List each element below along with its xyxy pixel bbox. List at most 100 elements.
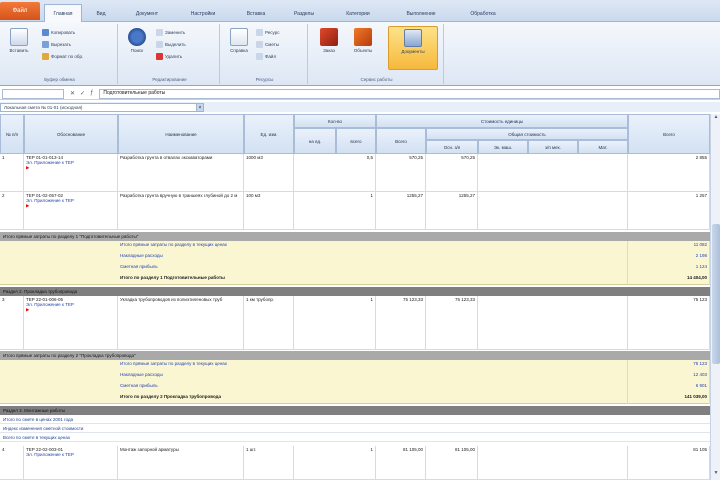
ribbon: Вставить Копировать Вырезать Формат по о… bbox=[0, 22, 720, 86]
close-icon[interactable]: × bbox=[196, 103, 204, 112]
col-header-qty: Кол-во bbox=[294, 114, 376, 128]
cell-price: 1255,27 bbox=[376, 192, 426, 230]
summary-label[interactable]: Итого прямые затраты по разделу в текущи… bbox=[118, 360, 628, 371]
cell-sum: 2 855 bbox=[628, 154, 710, 192]
summary-label[interactable]: Сметная прибыль bbox=[118, 263, 628, 274]
cell-total: 75 123,33 bbox=[426, 296, 478, 350]
tab-settings[interactable]: Настройки bbox=[178, 6, 228, 22]
cell-qty: 1 bbox=[294, 192, 376, 230]
paste-button[interactable]: Вставить bbox=[6, 26, 32, 66]
cancel-icon[interactable]: ✕ bbox=[70, 90, 75, 97]
section-header[interactable]: Раздел 3. Монтажные работы bbox=[0, 406, 710, 415]
tab-processing[interactable]: Обработка bbox=[458, 6, 508, 22]
basis-link[interactable]: Эл. Приложение к ТЕР bbox=[26, 452, 115, 457]
tab-insert[interactable]: Вставка bbox=[238, 6, 274, 22]
summary-label[interactable]: Накладные расходы bbox=[118, 371, 628, 382]
estimates-button[interactable]: Сметы bbox=[256, 40, 279, 49]
search-button[interactable]: Поиск bbox=[124, 26, 150, 66]
resource-button[interactable]: Ресурс bbox=[256, 28, 280, 37]
formula-icons: ✕ ✓ ƒ bbox=[70, 90, 93, 97]
cell-total: 1255,27 bbox=[426, 192, 478, 230]
section-total-header[interactable]: Итого прямые затраты по разделу 2 "Прокл… bbox=[0, 351, 710, 360]
col-header-unit: Ед. изм. bbox=[244, 114, 294, 154]
cell-basis[interactable]: ТЕР 22-02-003-01 Эл. Приложение к ТЕР bbox=[24, 446, 118, 480]
scrollbar-thumb[interactable] bbox=[712, 224, 720, 364]
document-tab[interactable]: Локальная смета № 01-01 (исходная) bbox=[0, 103, 200, 112]
vertical-scrollbar[interactable]: ▲ ▼ bbox=[710, 114, 720, 480]
cell-number: 2 bbox=[0, 192, 24, 230]
format-painter-button[interactable]: Формат по обр. bbox=[42, 52, 83, 61]
order-button[interactable]: Заказ bbox=[316, 26, 342, 66]
col-subheader-materials: Мат. bbox=[578, 140, 628, 154]
note-line[interactable]: Всего по смете в текущих ценах bbox=[0, 434, 710, 442]
cell-qty: 0,5 bbox=[294, 154, 376, 192]
summary-value: 14 404,00 bbox=[628, 274, 710, 285]
cell-basis[interactable]: ТЕР 22-01-006-05 Эл. Приложение к ТЕР ▶ bbox=[24, 296, 118, 350]
summary-value: 11 082 bbox=[628, 241, 710, 252]
cell-reference-input[interactable] bbox=[2, 88, 64, 99]
summary-label: Итого по разделу 2 Прокладка трубопровод… bbox=[118, 393, 628, 404]
cell-total: 81 105,00 bbox=[426, 446, 478, 480]
cell-basis[interactable]: ТЕР 01-02-057-02 Эл. Приложение к ТЕР ▶ bbox=[24, 192, 118, 230]
summary-label: Итого по разделу 1 Подготовительные рабо… bbox=[118, 274, 628, 285]
col-subheader-all: Всего bbox=[376, 128, 426, 154]
confirm-icon[interactable]: ✓ bbox=[80, 90, 85, 97]
brush-icon bbox=[42, 53, 49, 60]
section-header[interactable]: Раздел 2. Прокладка трубопровода bbox=[0, 287, 710, 296]
formula-input[interactable]: Подготовительные работы bbox=[99, 88, 720, 99]
tab-document[interactable]: Документ bbox=[124, 6, 170, 22]
cell-price: 75 123,33 bbox=[376, 296, 426, 350]
scroll-up-icon[interactable]: ▲ bbox=[711, 114, 720, 124]
cell-sum: 81 105 bbox=[628, 446, 710, 480]
note-line[interactable]: Индекс изменения сметной стоимости bbox=[0, 425, 710, 433]
summary-value: 1 124 bbox=[628, 263, 710, 274]
tab-sections[interactable]: Разделы bbox=[284, 6, 324, 22]
summary-label[interactable]: Итого прямые затраты по разделу в текущи… bbox=[118, 241, 628, 252]
document-icon bbox=[230, 28, 248, 46]
flag-icon: ▶ bbox=[26, 203, 30, 208]
cell-name: Разработка грунта в отвалах экскаваторам… bbox=[118, 154, 244, 192]
summary-label[interactable]: Сметная прибыль bbox=[118, 382, 628, 393]
delete-button[interactable]: Удалить bbox=[156, 52, 182, 61]
cut-button[interactable]: Вырезать bbox=[42, 40, 71, 49]
objects-button[interactable]: Объекты bbox=[350, 26, 376, 66]
section-total-header[interactable]: Итого прямые затраты по разделу 1 "Подго… bbox=[0, 232, 710, 241]
cell-sum: 1 257 bbox=[628, 192, 710, 230]
summary-label[interactable]: Накладные расходы bbox=[118, 252, 628, 263]
cell-price: 570,25 bbox=[376, 154, 426, 192]
tab-home[interactable]: Главная bbox=[44, 4, 82, 22]
note-line[interactable]: Итого по смете в ценах 2001 года bbox=[0, 416, 710, 424]
tab-view[interactable]: Вид bbox=[86, 6, 116, 22]
file-button[interactable]: Файл bbox=[256, 52, 276, 61]
binoculars-icon bbox=[128, 28, 146, 46]
tab-execution[interactable]: Выполнение bbox=[394, 6, 448, 22]
copy-button[interactable]: Копировать bbox=[42, 28, 75, 37]
function-icon[interactable]: ƒ bbox=[90, 90, 93, 97]
ribbon-tabbar: Файл Главная Вид Документ Настройки Вста… bbox=[0, 0, 720, 22]
col-header-unit-cost: Стоимость единицы bbox=[376, 114, 628, 128]
documents-button[interactable]: Документы bbox=[388, 26, 438, 70]
cell-price: 81 105,00 bbox=[376, 446, 426, 480]
cell-name: Монтаж запорной арматуры bbox=[118, 446, 244, 480]
group-clipboard: Вставить Копировать Вырезать Формат по о… bbox=[2, 24, 118, 84]
reference-button[interactable]: Справка bbox=[226, 26, 252, 66]
cell-number: 3 bbox=[0, 296, 24, 350]
cell-basis[interactable]: ТЕР 01-01-013-14 Эл. Приложение к ТЕР ▶ bbox=[24, 154, 118, 192]
cell-empty bbox=[478, 446, 628, 480]
summary-value: 12 403 bbox=[628, 371, 710, 382]
select-button[interactable]: Выделить bbox=[156, 40, 186, 49]
cell-number: 1 bbox=[0, 154, 24, 192]
cube-red-icon bbox=[320, 28, 338, 46]
replace-button[interactable]: Заменить bbox=[156, 28, 185, 37]
tab-file[interactable]: Файл bbox=[0, 2, 40, 20]
tab-categories[interactable]: Категории bbox=[334, 6, 382, 22]
cell-total: 570,25 bbox=[426, 154, 478, 192]
group-service: Заказ Объекты Документы Сервис работы bbox=[310, 24, 444, 84]
col-header-number: № п/п bbox=[0, 114, 24, 154]
col-header-basis: Обоснование bbox=[24, 114, 118, 154]
scroll-down-icon[interactable]: ▼ bbox=[711, 470, 720, 480]
copy-icon bbox=[42, 29, 49, 36]
col-subheader-mech-wages: з/п мех. bbox=[528, 140, 578, 154]
summary-block: Итого прямые затраты по разделу в текущи… bbox=[0, 360, 710, 404]
documents-icon bbox=[404, 29, 422, 47]
